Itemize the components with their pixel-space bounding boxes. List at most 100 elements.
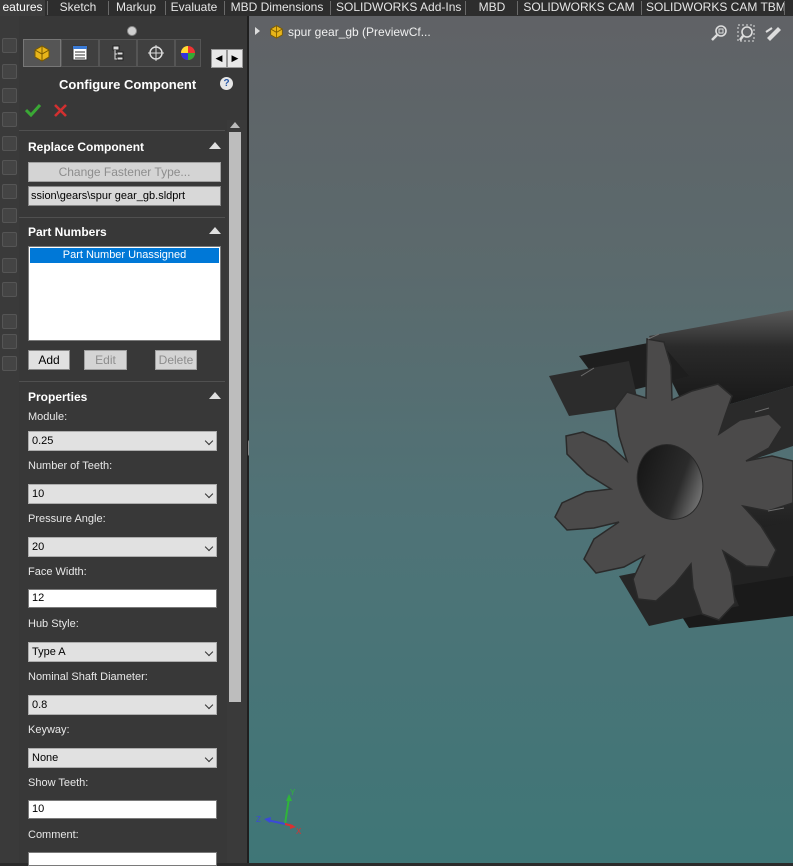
property-manager-icon [72,45,88,61]
component-icon [34,45,50,62]
face-width-label: Face Width: [28,566,87,578]
tab-separator [784,1,785,15]
component-path-field[interactable]: ssion\gears\spur gear_gb.sldprt [28,186,221,206]
rail-tool-icon[interactable] [2,64,17,79]
teeth-value: 10 [32,488,45,500]
tab-scroll-left-button[interactable]: ◀ [211,49,227,68]
nominal-shaft-diameter-select[interactable]: 0.8 [28,695,217,715]
tab-appearance[interactable] [175,39,201,67]
rail-tool-icon[interactable] [2,160,17,175]
comment-field[interactable] [28,852,217,866]
triad-y-label: Y [290,788,296,797]
spur-gear-model[interactable] [249,16,793,863]
rail-tool-icon[interactable] [2,232,17,247]
tab-configuration-manager[interactable] [99,39,137,67]
tab-separator [330,1,331,15]
scroll-up-icon[interactable] [230,122,240,128]
face-width-field[interactable]: 12 [28,589,217,608]
hub-value: Type A [32,646,66,658]
rail-tool-icon[interactable] [2,258,17,273]
tab-sketch[interactable]: Sketch [54,0,102,16]
command-manager-tabs: eatures Sketch Markup Evaluate MBD Dimen… [0,0,793,17]
hub-style-select[interactable]: Type A [28,642,217,662]
add-button[interactable]: Add [28,350,70,370]
tab-mbd-dimensions[interactable]: MBD Dimensions [229,0,325,16]
appearance-icon [181,46,195,60]
collapse-chevron-icon[interactable] [209,392,221,399]
keyway-label: Keyway: [28,724,70,736]
tab-separator [165,1,166,15]
delete-button[interactable]: Delete [155,350,197,370]
shaft-value: 0.8 [32,699,48,711]
chevron-down-icon [204,647,214,657]
separator [19,217,225,218]
separator [19,381,225,382]
rail-tool-icon[interactable] [2,136,17,151]
pressure-value: 20 [32,541,45,553]
rail-tool-icon[interactable] [2,208,17,223]
collapse-chevron-icon[interactable] [209,227,221,234]
chevron-down-icon [204,489,214,499]
rail-tool-icon[interactable] [2,334,17,349]
tab-mbd[interactable]: MBD [472,0,512,16]
tab-separator [517,1,518,15]
part-numbers-list[interactable]: Part Number Unassigned [28,246,221,341]
show-teeth-label: Show Teeth: [28,777,89,789]
tab-features[interactable]: eatures [0,0,45,16]
scrollbar-thumb[interactable] [229,132,241,702]
triad-x-label: X [296,827,302,836]
tab-scroll-right-button[interactable]: ▶ [227,49,243,68]
left-toolbar-rail [0,16,20,863]
help-icon[interactable]: ? [220,77,233,90]
chevron-down-icon [204,436,214,446]
hub-style-label: Hub Style: [28,618,79,630]
tab-markup[interactable]: Markup [112,0,160,16]
number-of-teeth-select[interactable]: 10 [28,484,217,504]
panel-grip-icon[interactable] [127,26,137,36]
tab-separator [641,1,642,15]
cancel-button[interactable] [54,104,67,122]
rail-tool-icon[interactable] [2,38,17,53]
chevron-down-icon [204,542,214,552]
change-fastener-type-button[interactable]: Change Fastener Type... [28,162,221,182]
keyway-select[interactable]: None [28,748,217,768]
red-x-icon [54,104,67,117]
rail-tool-icon[interactable] [2,282,17,297]
edit-button[interactable]: Edit [84,350,127,370]
orientation-triad: Y Z X [256,788,302,836]
graphics-area[interactable]: spur gear_gb (PreviewCf... Y Z X [249,16,793,863]
tab-property-manager[interactable] [61,39,99,67]
tab-solidworks-cam-tbm[interactable]: SOLIDWORKS CAM TBM [646,0,786,16]
number-of-teeth-label: Number of Teeth: [28,460,113,472]
tab-solidworks-cam[interactable]: SOLIDWORKS CAM [523,0,635,16]
module-select[interactable]: 0.25 [28,431,217,451]
pressure-angle-select[interactable]: 20 [28,537,217,557]
keyway-value: None [32,752,59,764]
tab-separator [47,1,48,15]
rail-tool-icon[interactable] [2,112,17,127]
tab-separator [108,1,109,15]
rail-tool-icon[interactable] [2,356,17,371]
rail-tool-icon[interactable] [2,314,17,329]
chevron-down-icon [204,700,214,710]
ok-button[interactable] [24,103,42,122]
configuration-manager-icon [112,45,124,61]
separator [19,130,225,131]
comment-label: Comment: [28,829,79,841]
tab-solidworks-addins[interactable]: SOLIDWORKS Add-Ins [336,0,461,16]
rail-tool-icon[interactable] [2,88,17,103]
collapse-chevron-icon[interactable] [209,142,221,149]
rail-tool-icon[interactable] [2,184,17,199]
triad-z-label: Z [256,815,261,824]
tab-evaluate[interactable]: Evaluate [169,0,219,16]
list-item[interactable]: Part Number Unassigned [30,248,219,263]
module-value: 0.25 [32,435,54,447]
property-manager-panel: ◀ ▶ Configure Component ? Replace Compon… [19,16,248,866]
panel-scrollbar[interactable] [227,120,247,863]
tab-dimxpert[interactable] [137,39,175,67]
checkmark-icon [24,103,42,118]
show-teeth-field[interactable]: 10 [28,800,217,819]
panel-title: Configure Component [59,77,197,92]
tab-component[interactable] [23,39,61,67]
replace-component-heading: Replace Component [28,140,145,154]
